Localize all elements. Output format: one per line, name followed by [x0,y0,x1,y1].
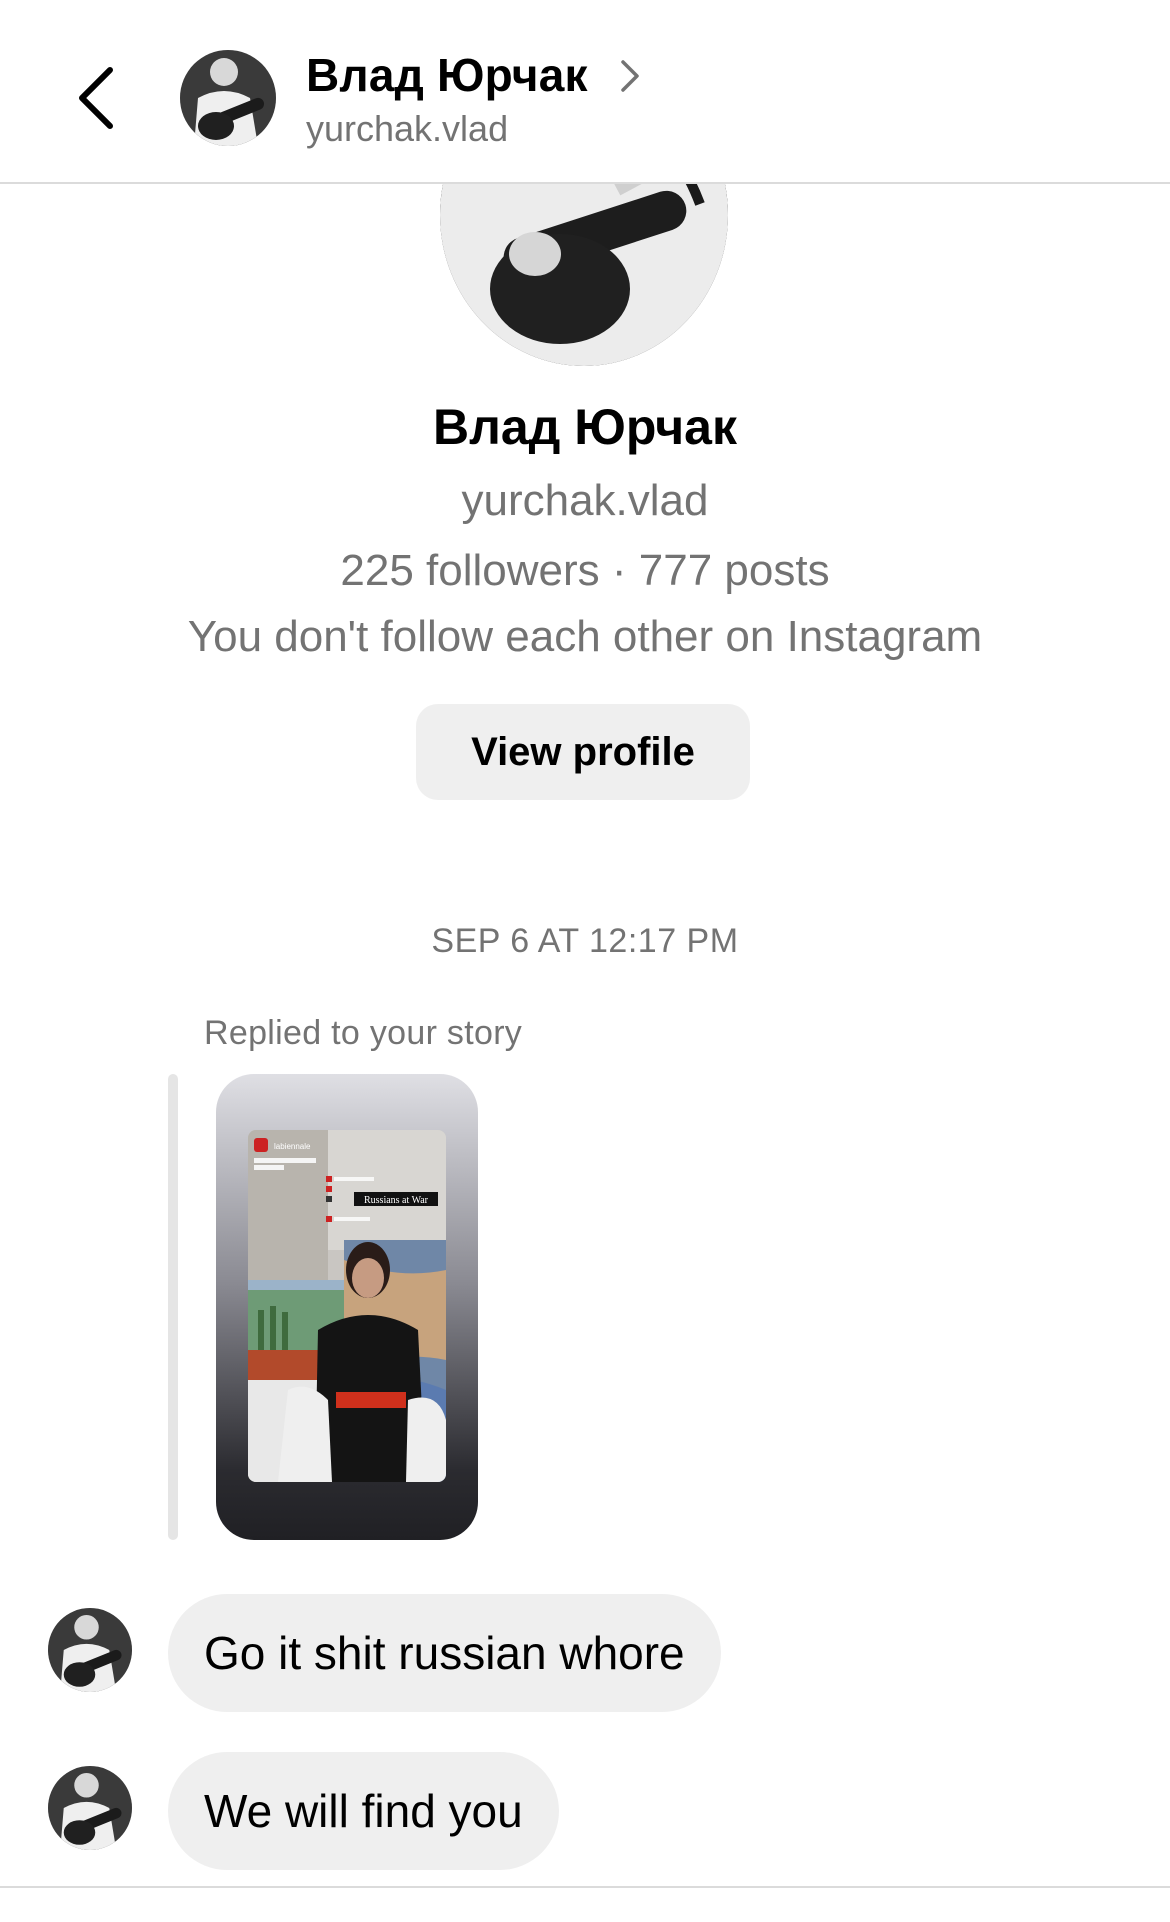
story-account: labiennale [274,1142,311,1151]
reply-indicator-bar [168,1074,178,1540]
header-avatar[interactable] [180,50,276,146]
message-bubble[interactable]: We will find you [168,1752,559,1870]
chevron-left-icon [79,67,113,129]
message-timestamp: SEP 6 AT 12:17 PM [431,922,739,960]
bottom-divider [0,1886,1170,1888]
story-reply-label: Replied to your story [204,1014,523,1052]
profile-stats: 225 followers · 777 posts [340,546,830,595]
sender-avatar[interactable] [48,1766,132,1850]
profile-name: Влад Юрчак [432,399,738,455]
header-username: yurchak.vlad [306,108,509,149]
back-button[interactable] [66,58,126,138]
chat-header: Влад Юрчак yurchak.vlad [0,0,1170,184]
story-caption: Russians at War [364,1195,429,1206]
sender-avatar[interactable] [48,1608,132,1692]
follow-status-note: You don't follow each other on Instagram [187,612,983,661]
header-name[interactable]: Влад Юрчак [306,48,588,102]
message-bubble[interactable]: Go it shit russian whore [168,1594,721,1712]
story-thumbnail: Russians at War labiennale [248,1130,446,1482]
story-preview-card[interactable]: Russians at War labiennale [216,1074,478,1540]
chevron-right-icon[interactable] [618,56,644,96]
view-profile-button[interactable]: View profile [416,704,750,800]
profile-username: yurchak.vlad [461,476,709,525]
